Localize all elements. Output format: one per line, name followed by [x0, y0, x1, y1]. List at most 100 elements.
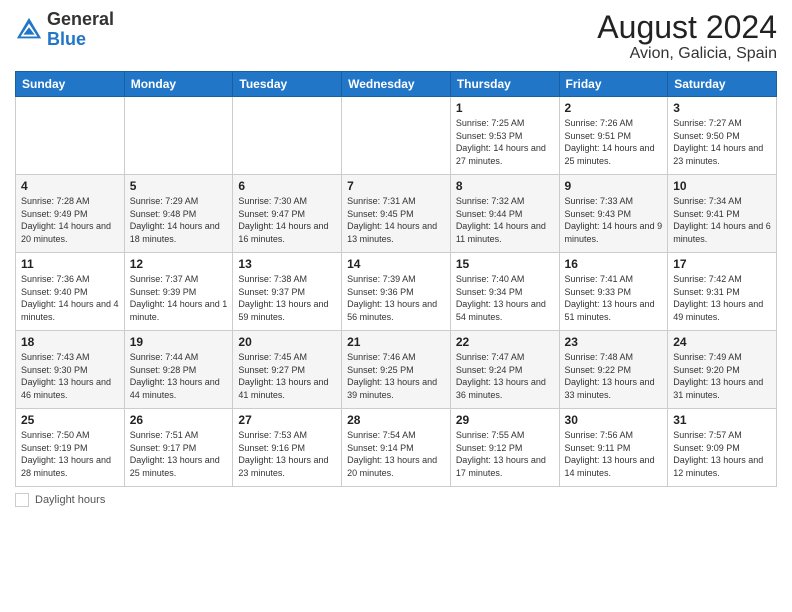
table-row: 16 Sunrise: 7:41 AMSunset: 9:33 PMDayligh… — [559, 253, 668, 331]
table-row: 31 Sunrise: 7:57 AMSunset: 9:09 PMDayligh… — [668, 409, 777, 487]
table-row — [342, 97, 451, 175]
day-number: 2 — [565, 101, 663, 115]
day-number: 29 — [456, 413, 554, 427]
table-row — [233, 97, 342, 175]
day-number: 16 — [565, 257, 663, 271]
table-row: 23 Sunrise: 7:48 AMSunset: 9:22 PMDayligh… — [559, 331, 668, 409]
logo-blue: Blue — [47, 29, 86, 49]
daylight-label: Daylight hours — [35, 494, 105, 506]
table-row: 10 Sunrise: 7:34 AMSunset: 9:41 PMDayligh… — [668, 175, 777, 253]
day-number: 11 — [21, 257, 119, 271]
day-number: 18 — [21, 335, 119, 349]
day-info: Sunrise: 7:27 AMSunset: 9:50 PMDaylight:… — [673, 117, 771, 167]
col-sunday: Sunday — [16, 72, 125, 97]
calendar-week-row: 11Sunrise: 7:36 AMSunset: 9:40 PMDayligh… — [16, 253, 777, 331]
day-info: Sunrise: 7:40 AMSunset: 9:34 PMDaylight:… — [456, 273, 554, 323]
day-info: Sunrise: 7:33 AMSunset: 9:43 PMDaylight:… — [565, 195, 663, 245]
col-thursday: Thursday — [450, 72, 559, 97]
table-row: 8Sunrise: 7:32 AMSunset: 9:44 PMDaylight… — [450, 175, 559, 253]
day-number: 7 — [347, 179, 445, 193]
logo: General Blue — [15, 10, 114, 50]
day-info: Sunrise: 7:49 AMSunset: 9:20 PMDaylight:… — [673, 351, 771, 401]
day-info: Sunrise: 7:56 AMSunset: 9:11 PMDaylight:… — [565, 429, 663, 479]
day-info: Sunrise: 7:29 AMSunset: 9:48 PMDaylight:… — [130, 195, 228, 245]
col-wednesday: Wednesday — [342, 72, 451, 97]
table-row: 4 Sunrise: 7:28 AMSunset: 9:49 PMDaylight… — [16, 175, 125, 253]
day-info: Sunrise: 7:46 AMSunset: 9:25 PMDaylight:… — [347, 351, 445, 401]
day-info: Sunrise: 7:43 AMSunset: 9:30 PMDaylight:… — [21, 351, 119, 401]
day-number: 30 — [565, 413, 663, 427]
table-row: 5 Sunrise: 7:29 AMSunset: 9:48 PMDaylight… — [124, 175, 233, 253]
day-info: Sunrise: 7:34 AMSunset: 9:41 PMDaylight:… — [673, 195, 771, 245]
day-number: 5 — [130, 179, 228, 193]
day-number: 4 — [21, 179, 119, 193]
day-number: 21 — [347, 335, 445, 349]
table-row: 1Sunrise: 7:25 AMSunset: 9:53 PMDaylight… — [450, 97, 559, 175]
day-number: 9 — [565, 179, 663, 193]
table-row — [124, 97, 233, 175]
day-info: Sunrise: 7:51 AMSunset: 9:17 PMDaylight:… — [130, 429, 228, 479]
table-row: 15 Sunrise: 7:40 AMSunset: 9:34 PMDayligh… — [450, 253, 559, 331]
day-number: 27 — [238, 413, 336, 427]
logo-icon — [15, 16, 43, 44]
day-number: 22 — [456, 335, 554, 349]
day-info: Sunrise: 7:32 AMSunset: 9:44 PMDaylight:… — [456, 195, 554, 245]
day-number: 19 — [130, 335, 228, 349]
day-info: Sunrise: 7:55 AMSunset: 9:12 PMDaylight:… — [456, 429, 554, 479]
day-number: 15 — [456, 257, 554, 271]
day-info: Sunrise: 7:39 AMSunset: 9:36 PMDaylight:… — [347, 273, 445, 323]
day-info: Sunrise: 7:37 AMSunset: 9:39 PMDaylight:… — [130, 273, 228, 323]
header: General Blue August 2024 Avion, Galicia,… — [15, 10, 777, 63]
day-info: Sunrise: 7:31 AMSunset: 9:45 PMDaylight:… — [347, 195, 445, 245]
table-row: 21 Sunrise: 7:46 AMSunset: 9:25 PMDayligh… — [342, 331, 451, 409]
day-info: Sunrise: 7:57 AMSunset: 9:09 PMDaylight:… — [673, 429, 771, 479]
day-number: 31 — [673, 413, 771, 427]
table-row: 7 Sunrise: 7:31 AMSunset: 9:45 PMDaylight… — [342, 175, 451, 253]
table-row: 18 Sunrise: 7:43 AMSunset: 9:30 PMDayligh… — [16, 331, 125, 409]
day-number: 23 — [565, 335, 663, 349]
day-info: Sunrise: 7:28 AMSunset: 9:49 PMDaylight:… — [21, 195, 119, 245]
calendar-header-row: Sunday Monday Tuesday Wednesday Thursday… — [16, 72, 777, 97]
table-row: 6 Sunrise: 7:30 AMSunset: 9:47 PMDaylight… — [233, 175, 342, 253]
day-number: 17 — [673, 257, 771, 271]
col-monday: Monday — [124, 72, 233, 97]
daylight-icon — [15, 493, 29, 507]
table-row: 14Sunrise: 7:39 AMSunset: 9:36 PMDayligh… — [342, 253, 451, 331]
col-saturday: Saturday — [668, 72, 777, 97]
table-row: 27 Sunrise: 7:53 AMSunset: 9:16 PMDayligh… — [233, 409, 342, 487]
day-number: 26 — [130, 413, 228, 427]
table-row — [16, 97, 125, 175]
month-year: August 2024 — [597, 10, 777, 45]
location: Avion, Galicia, Spain — [597, 45, 777, 63]
day-number: 25 — [21, 413, 119, 427]
day-number: 10 — [673, 179, 771, 193]
table-row: 28Sunrise: 7:54 AMSunset: 9:14 PMDayligh… — [342, 409, 451, 487]
day-info: Sunrise: 7:30 AMSunset: 9:47 PMDaylight:… — [238, 195, 336, 245]
day-number: 6 — [238, 179, 336, 193]
day-info: Sunrise: 7:48 AMSunset: 9:22 PMDaylight:… — [565, 351, 663, 401]
title-block: August 2024 Avion, Galicia, Spain — [597, 10, 777, 63]
table-row: 3Sunrise: 7:27 AMSunset: 9:50 PMDaylight… — [668, 97, 777, 175]
day-info: Sunrise: 7:45 AMSunset: 9:27 PMDaylight:… — [238, 351, 336, 401]
day-info: Sunrise: 7:38 AMSunset: 9:37 PMDaylight:… — [238, 273, 336, 323]
calendar-week-row: 18 Sunrise: 7:43 AMSunset: 9:30 PMDayligh… — [16, 331, 777, 409]
table-row: 2Sunrise: 7:26 AMSunset: 9:51 PMDaylight… — [559, 97, 668, 175]
page: General Blue August 2024 Avion, Galicia,… — [0, 0, 792, 612]
calendar-table: Sunday Monday Tuesday Wednesday Thursday… — [15, 71, 777, 487]
col-tuesday: Tuesday — [233, 72, 342, 97]
table-row: 24 Sunrise: 7:49 AMSunset: 9:20 PMDayligh… — [668, 331, 777, 409]
calendar-week-row: 1Sunrise: 7:25 AMSunset: 9:53 PMDaylight… — [16, 97, 777, 175]
table-row: 29 Sunrise: 7:55 AMSunset: 9:12 PMDayligh… — [450, 409, 559, 487]
day-info: Sunrise: 7:25 AMSunset: 9:53 PMDaylight:… — [456, 117, 554, 167]
day-number: 28 — [347, 413, 445, 427]
day-info: Sunrise: 7:41 AMSunset: 9:33 PMDaylight:… — [565, 273, 663, 323]
day-info: Sunrise: 7:53 AMSunset: 9:16 PMDaylight:… — [238, 429, 336, 479]
table-row: 13Sunrise: 7:38 AMSunset: 9:37 PMDayligh… — [233, 253, 342, 331]
table-row: 26 Sunrise: 7:51 AMSunset: 9:17 PMDayligh… — [124, 409, 233, 487]
day-number: 24 — [673, 335, 771, 349]
table-row: 19Sunrise: 7:44 AMSunset: 9:28 PMDayligh… — [124, 331, 233, 409]
day-info: Sunrise: 7:47 AMSunset: 9:24 PMDaylight:… — [456, 351, 554, 401]
day-number: 12 — [130, 257, 228, 271]
table-row: 30 Sunrise: 7:56 AMSunset: 9:11 PMDayligh… — [559, 409, 668, 487]
table-row: 9 Sunrise: 7:33 AMSunset: 9:43 PMDaylight… — [559, 175, 668, 253]
